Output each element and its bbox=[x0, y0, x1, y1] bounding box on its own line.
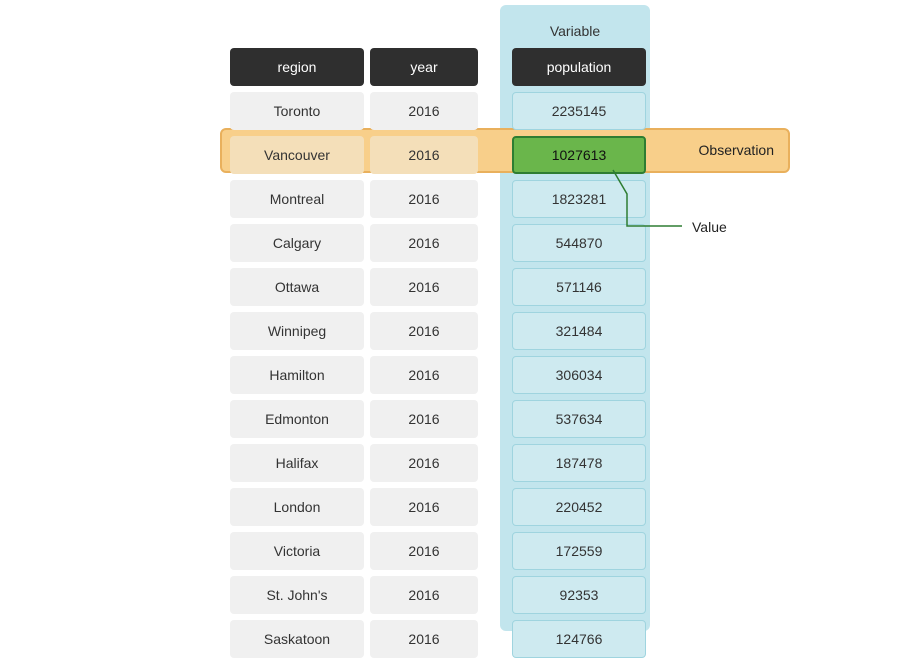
diagram-stage: Variable Observation region year populat… bbox=[0, 0, 900, 636]
value-callout-line bbox=[0, 0, 900, 636]
